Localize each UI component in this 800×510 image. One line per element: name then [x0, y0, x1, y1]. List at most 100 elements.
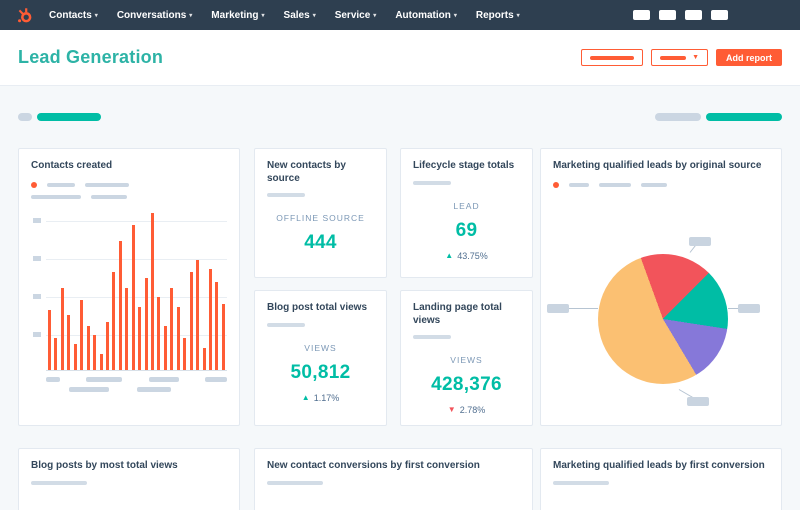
nav-item-label: Contacts — [49, 9, 92, 21]
chevron-down-icon: ▾ — [261, 12, 265, 19]
chevron-down-icon: ▾ — [373, 12, 377, 19]
card-new-contact-conversions-by-first-conversion: New contact conversions by first convers… — [254, 448, 533, 510]
nav-item-automation[interactable]: Automation ▾ — [395, 10, 457, 21]
chevron-down-icon: ▾ — [516, 12, 520, 19]
chevron-down-icon: ▾ — [453, 12, 457, 19]
bar — [80, 300, 84, 370]
bar — [221, 303, 225, 370]
nav-item-service[interactable]: Service ▾ — [335, 10, 377, 21]
up-triangle-icon — [445, 252, 453, 260]
x-axis-tick-placeholder — [46, 376, 60, 382]
card-title: New contacts by source — [267, 160, 346, 184]
top-navbar: Contacts ▾ Conversations ▾ Marketing ▾ S… — [0, 0, 800, 30]
card-blog-posts-by-most-total-views: Blog posts by most total views — [18, 448, 240, 510]
navbar-icon-placeholder[interactable] — [711, 10, 728, 20]
filter-group-right — [655, 113, 782, 121]
nav-item-conversations[interactable]: Conversations ▾ — [117, 10, 192, 21]
metric-value: 50,812 — [290, 361, 351, 383]
card-new-contacts-by-source: New contacts by source OFFLINE SOURCE 44… — [254, 148, 387, 278]
dashboard-filter-button[interactable] — [581, 49, 644, 66]
card-landing-page-total-views: Landing page total views VIEWS 428,376 2… — [400, 290, 533, 426]
nav-item-label: Conversations — [116, 9, 187, 21]
metric-delta: 2.78% — [413, 405, 520, 415]
pie-label-placeholder — [547, 304, 569, 313]
bar — [60, 287, 64, 370]
metric-value: 444 — [304, 232, 337, 253]
add-report-button[interactable]: Add report — [716, 49, 782, 66]
down-triangle-icon — [448, 406, 456, 414]
x-axis-labels — [46, 376, 227, 382]
navbar-icon-placeholder[interactable] — [633, 10, 650, 20]
bar — [67, 314, 71, 370]
filter-placeholder[interactable] — [18, 113, 32, 121]
bar — [131, 225, 135, 370]
mql-pie-chart[interactable] — [598, 254, 728, 384]
metric-label: VIEWS — [304, 342, 337, 353]
header-actions: ▼ Add report — [581, 49, 782, 66]
bar — [183, 338, 187, 370]
page-title: Lead Generation — [18, 47, 164, 67]
subtitle-placeholder — [267, 322, 305, 327]
metric-label: OFFLINE SOURCE — [276, 213, 365, 223]
card-contacts-created: Contacts created — [18, 148, 240, 426]
nav-item-label: Service — [334, 9, 371, 21]
nav-item-label: Sales — [283, 9, 310, 21]
x-axis-tick-placeholder — [137, 386, 171, 392]
bar — [215, 281, 219, 370]
navbar-icon-placeholder[interactable] — [659, 10, 676, 20]
metric-delta: 1.17% — [267, 393, 374, 403]
card-title: Landing page total views — [413, 302, 502, 326]
navbar-utility-icons — [633, 10, 728, 20]
card-lifecycle-stage-totals: Lifecycle stage totals LEAD 69 43.75% — [400, 148, 533, 278]
x-axis-tick-placeholder — [86, 376, 123, 382]
nav-item-marketing[interactable]: Marketing ▾ — [211, 10, 264, 21]
navbar-icon-placeholder[interactable] — [685, 10, 702, 20]
pie-label-placeholder — [689, 237, 711, 246]
card-title: Contacts created — [31, 160, 113, 171]
filter-placeholder[interactable] — [37, 113, 101, 121]
bar — [73, 344, 77, 370]
legend-row — [553, 181, 769, 188]
bar — [170, 287, 174, 370]
filter-placeholder[interactable] — [655, 113, 701, 121]
x-axis-tick-placeholder — [69, 386, 109, 392]
metric-delta: 43.75% — [413, 251, 520, 261]
metric-value: 69 — [455, 219, 478, 241]
x-axis-labels — [69, 386, 227, 392]
nav-item-contacts[interactable]: Contacts ▾ — [49, 10, 98, 21]
legend-label-placeholder — [85, 182, 129, 187]
bar — [189, 272, 193, 370]
legend-row — [31, 194, 227, 199]
subtitle-placeholder — [267, 480, 323, 485]
legend-label-placeholder — [641, 182, 667, 187]
delta-value: 2.78% — [459, 405, 486, 415]
card-title: Blog posts by most total views — [31, 460, 178, 471]
hubspot-logo-icon[interactable] — [16, 7, 33, 24]
bar — [138, 306, 142, 370]
up-triangle-icon — [302, 394, 310, 402]
subtitle-placeholder — [553, 480, 609, 485]
card-title: Blog post total views — [267, 302, 368, 313]
chart-legend — [553, 181, 769, 188]
legend-label-placeholder — [599, 182, 631, 187]
filter-placeholder[interactable] — [706, 113, 782, 121]
delta-value: 43.75% — [457, 250, 488, 261]
nav-item-reports[interactable]: Reports ▾ — [476, 10, 520, 21]
bar — [144, 278, 148, 370]
x-axis-tick-placeholder — [148, 376, 179, 382]
chevron-down-icon: ▾ — [312, 12, 316, 19]
nav-item-sales[interactable]: Sales ▾ — [284, 10, 316, 21]
contacts-created-bar-chart — [33, 212, 227, 371]
dashboard-actions-dropdown[interactable]: ▼ — [651, 49, 708, 66]
legend-label-placeholder — [31, 194, 81, 199]
bar — [118, 240, 122, 370]
bar-series — [48, 212, 225, 370]
button-label-placeholder — [590, 55, 635, 60]
card-title: New contact conversions by first convers… — [267, 460, 480, 471]
card-blog-post-total-views: Blog post total views VIEWS 50,812 1.17% — [254, 290, 387, 426]
chart-legend — [31, 181, 227, 199]
filter-group-left — [18, 113, 101, 121]
legend-row — [31, 181, 227, 188]
bar — [105, 322, 109, 370]
pie-callout-line — [728, 308, 738, 309]
